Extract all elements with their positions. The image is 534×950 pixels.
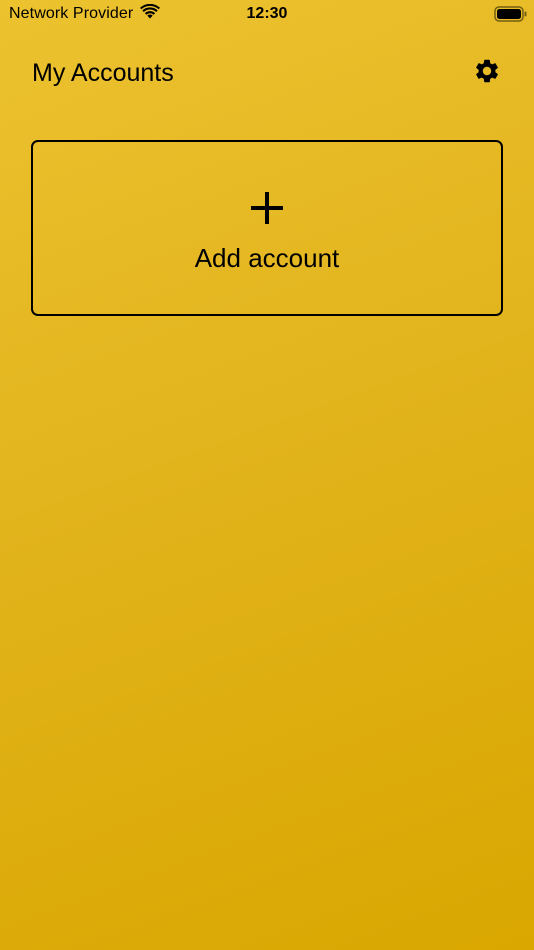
accounts-screen: Network Provider 12:30 My Accounts Add a… xyxy=(0,0,534,950)
battery-full-icon xyxy=(494,6,528,22)
status-bar: Network Provider 12:30 xyxy=(0,0,534,28)
status-time: 12:30 xyxy=(246,5,288,22)
add-account-button[interactable]: Add account xyxy=(31,140,503,316)
plus-icon xyxy=(249,190,285,226)
gear-icon xyxy=(473,57,501,90)
settings-button[interactable] xyxy=(472,58,502,88)
page-title: My Accounts xyxy=(32,59,174,87)
add-account-label: Add account xyxy=(194,243,340,273)
